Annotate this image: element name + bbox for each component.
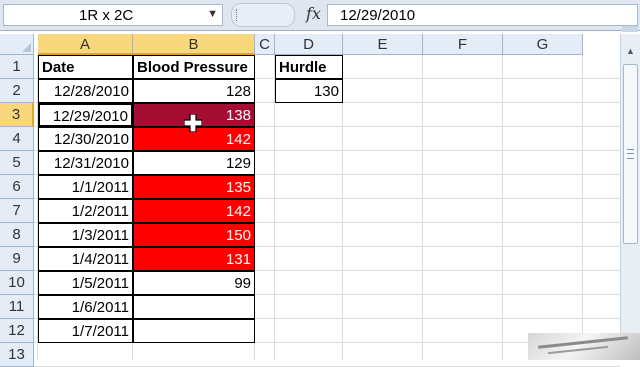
grid-column-line [502, 55, 503, 360]
row-header-7[interactable]: 7 [0, 199, 34, 223]
row-header-6[interactable]: 6 [0, 175, 34, 199]
blood-pressure-cell[interactable]: 131 [133, 247, 255, 271]
row-header-3[interactable]: 3 [0, 103, 34, 127]
header-blood-pressure[interactable]: Blood Pressure [133, 55, 255, 79]
column-header-c[interactable]: C [255, 34, 275, 55]
name-box[interactable]: 1R x 2C ▼ [3, 4, 223, 26]
blood-pressure-cell[interactable]: 99 [133, 271, 255, 295]
column-header-a[interactable]: A [38, 34, 133, 55]
date-cell[interactable]: 1/1/2011 [38, 175, 133, 199]
vertical-scrollbar[interactable]: ▲ [620, 34, 640, 360]
chevron-down-icon[interactable]: ▼ [207, 8, 218, 20]
fx-icon[interactable]: fx [306, 4, 321, 23]
select-all-button[interactable] [0, 34, 34, 55]
grid-column-line [422, 55, 423, 360]
date-cell[interactable]: 1/4/2011 [38, 247, 133, 271]
date-cell[interactable]: 12/31/2010 [38, 151, 133, 175]
formula-value: 12/29/2010 [340, 7, 416, 24]
row-header-9[interactable]: 9 [0, 247, 34, 271]
scrollbar-thumb[interactable] [623, 64, 638, 244]
formula-bar: 1R x 2C ▼ fx 12/29/2010 [0, 0, 640, 31]
row-header-5[interactable]: 5 [0, 151, 34, 175]
blood-pressure-cell[interactable]: 129 [133, 151, 255, 175]
row-header-13[interactable]: 13 [0, 343, 34, 367]
date-cell[interactable]: 12/28/2010 [38, 79, 133, 103]
plus-cursor-icon [184, 114, 202, 132]
date-cell[interactable]: 1/3/2011 [38, 223, 133, 247]
header-date[interactable]: Date [38, 55, 133, 79]
column-header-g[interactable]: G [503, 34, 583, 55]
row-header-12[interactable]: 12 [0, 319, 34, 343]
corner-video-thumbnail [528, 333, 640, 360]
blood-pressure-cell[interactable] [133, 295, 255, 319]
triangle-icon [22, 43, 31, 52]
date-cell[interactable]: 12/30/2010 [38, 127, 133, 151]
row-header-4[interactable]: 4 [0, 127, 34, 151]
blood-pressure-cell[interactable] [133, 319, 255, 343]
row-header-2[interactable]: 2 [0, 79, 34, 103]
date-cell[interactable]: 1/6/2011 [38, 295, 133, 319]
row-header-8[interactable]: 8 [0, 223, 34, 247]
formula-input[interactable]: 12/29/2010 [327, 4, 638, 26]
split-handle[interactable] [622, 26, 638, 32]
hurdle-value[interactable]: 130 [275, 79, 343, 103]
date-cell[interactable]: 1/2/2011 [38, 199, 133, 223]
grid-column-line [582, 55, 583, 360]
header-hurdle[interactable]: Hurdle [275, 55, 343, 79]
column-header-e[interactable]: E [343, 34, 423, 55]
scroll-up-icon[interactable]: ▲ [623, 44, 638, 59]
grip-icon [627, 149, 634, 159]
date-cell[interactable]: 12/29/2010 [38, 103, 133, 127]
blood-pressure-cell[interactable]: 150 [133, 223, 255, 247]
row-header-10[interactable]: 10 [0, 271, 34, 295]
column-header-f[interactable]: F [423, 34, 503, 55]
row-header-11[interactable]: 11 [0, 295, 34, 319]
blood-pressure-cell[interactable]: 128 [133, 79, 255, 103]
blood-pressure-cell[interactable]: 142 [133, 199, 255, 223]
date-cell[interactable]: 1/5/2011 [38, 271, 133, 295]
formula-bar-divider[interactable] [231, 3, 295, 27]
column-header-d[interactable]: D [275, 34, 343, 55]
grip-icon [236, 9, 239, 21]
column-header-b[interactable]: B [133, 34, 255, 55]
row-header-1[interactable]: 1 [0, 55, 34, 79]
name-box-value: 1R x 2C [79, 7, 134, 24]
blood-pressure-cell[interactable]: 135 [133, 175, 255, 199]
date-cell[interactable]: 1/7/2011 [38, 319, 133, 343]
